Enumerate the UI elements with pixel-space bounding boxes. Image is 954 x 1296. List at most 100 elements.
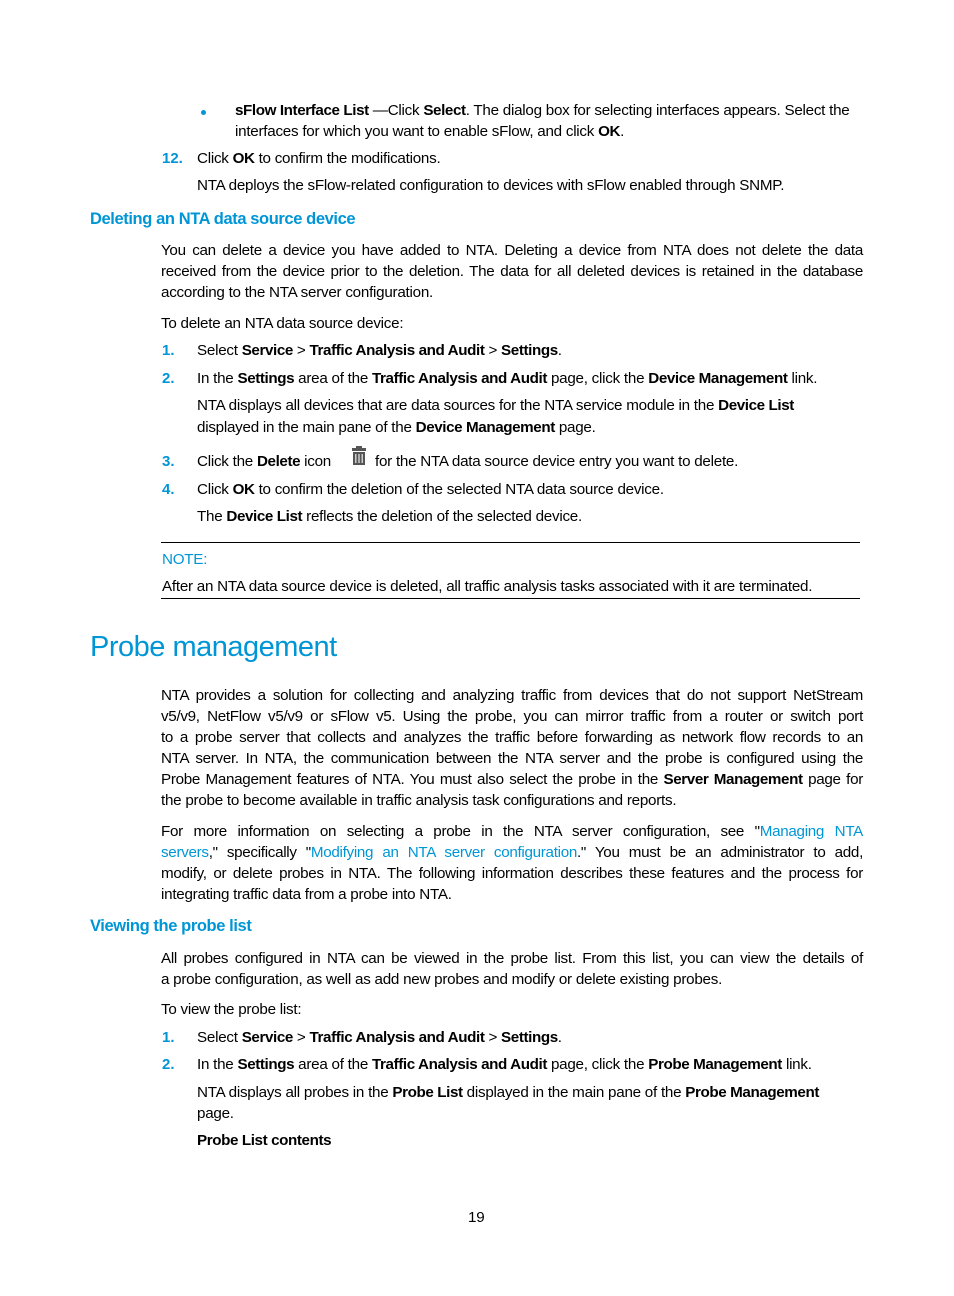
step-text-continued: for the NTA data source device entry you…: [375, 453, 739, 470]
ui-term: Traffic Analysis and Audit: [309, 342, 485, 359]
ui-term: Delete: [256, 453, 301, 470]
paragraph-line: All probes configured in NTA can be view…: [161, 950, 863, 967]
procedure-lead: To view the probe list:: [161, 1001, 302, 1018]
step-number: 4.: [162, 481, 175, 498]
text: >: [292, 342, 310, 359]
step-number: 12.: [162, 150, 183, 167]
ui-term: OK: [598, 123, 621, 140]
ui-term: Settings: [237, 1056, 295, 1073]
text: .: [620, 123, 625, 140]
procedure-lead: To delete an NTA data source device:: [161, 315, 404, 332]
text: In the: [197, 370, 238, 387]
step-note: NTA deploys the sFlow-related configurat…: [197, 177, 785, 194]
text: >: [292, 1029, 310, 1046]
page-title: Probe management: [90, 631, 337, 663]
paragraph-line: For more information on selecting a prob…: [161, 821, 863, 842]
bullet-line-1: sFlow Interface List —Click Select. The …: [235, 100, 850, 121]
paragraph-line: NTA server. In NTA, the communication be…: [161, 750, 863, 767]
ui-term: Settings: [237, 370, 295, 387]
link-managing-nta-servers[interactable]: servers: [161, 844, 209, 861]
ui-term: Traffic Analysis and Audit: [309, 1029, 485, 1046]
text: reflects the deletion of the selected de…: [302, 508, 582, 525]
text: page.: [554, 419, 596, 436]
step-number: 1.: [162, 1029, 175, 1046]
text: Click: [197, 481, 233, 498]
step-number: 1.: [162, 342, 175, 359]
ui-term: OK: [232, 150, 255, 167]
text: NTA displays all probes in the: [197, 1084, 393, 1101]
ui-term: Device List: [718, 397, 794, 414]
ui-term: Select: [423, 102, 466, 119]
note-text: After an NTA data source device is delet…: [162, 578, 813, 595]
text: area of the: [294, 370, 372, 387]
text: link.: [781, 1056, 812, 1073]
step-text: Click OK to confirm the modifications.: [197, 148, 441, 169]
ui-term: Traffic Analysis and Audit: [372, 1056, 547, 1073]
text: area of the: [294, 1056, 372, 1073]
text: ." You must be an administrator to add,: [577, 844, 863, 861]
step-text: Select Service > Traffic Analysis and Au…: [197, 340, 562, 361]
section-heading: Viewing the probe list: [90, 917, 252, 935]
text: .: [557, 342, 562, 359]
paragraph-line: the probe to become available in traffic…: [161, 792, 677, 809]
text: page, click the: [546, 1056, 649, 1073]
text: Probe Management features of NTA. You mu…: [161, 771, 664, 788]
page-number: 19: [468, 1209, 485, 1226]
paragraph-line: a probe configuration, as well as add ne…: [161, 971, 723, 988]
text: Select: [197, 342, 242, 359]
text: >: [484, 342, 502, 359]
text: link.: [787, 370, 818, 387]
ui-term: Device Management: [648, 370, 788, 387]
note-top-rule: [161, 542, 860, 543]
ui-term: Probe Management: [685, 1084, 819, 1101]
ui-term: Settings: [501, 342, 558, 359]
link-managing-nta-servers[interactable]: Managing NTA: [760, 823, 864, 840]
term: sFlow Interface List: [235, 102, 369, 119]
text: ," specifically ": [208, 844, 312, 861]
bullet-line-2: interfaces for which you want to enable …: [235, 121, 624, 142]
paragraph-line: modify, or delete probes in NTA. The fol…: [161, 865, 863, 882]
caption-text: Probe List contents: [197, 1132, 332, 1149]
text: . The dialog box for selecting interface…: [465, 102, 850, 119]
text: page, click the: [546, 370, 649, 387]
text: displayed in the main pane of the: [197, 419, 416, 436]
ui-term: Traffic Analysis and Audit: [372, 370, 547, 387]
text: interfaces for which you want to enable …: [235, 123, 599, 140]
text: Select: [197, 1029, 242, 1046]
ui-term: Probe Management: [648, 1056, 782, 1073]
step-text: Click OK to confirm the deletion of the …: [197, 479, 664, 500]
text: Click: [197, 150, 233, 167]
ui-term: Device List: [226, 508, 303, 525]
text: displayed in the main pane of the: [462, 1084, 686, 1101]
paragraph-line: servers," specifically "Modifying an NTA…: [161, 842, 863, 863]
paragraph-line: according to the NTA server configuratio…: [161, 284, 434, 301]
text: to confirm the modifications.: [254, 150, 441, 167]
ui-term: OK: [232, 481, 255, 498]
text: icon: [300, 453, 331, 470]
text: For more information on selecting a prob…: [161, 823, 760, 840]
text: Click the: [197, 453, 257, 470]
step-text: In the Settings area of the Traffic Anal…: [197, 1054, 812, 1075]
ui-term: Probe List: [392, 1084, 463, 1101]
step-text: Select Service > Traffic Analysis and Au…: [197, 1027, 562, 1048]
ui-term: Settings: [501, 1029, 558, 1046]
ui-term: Device Management: [415, 419, 556, 436]
step-detail: NTA displays all probes in the Probe Lis…: [197, 1082, 819, 1103]
text: —Click: [368, 102, 424, 119]
text: >: [484, 1029, 502, 1046]
section-heading: Deleting an NTA data source device: [90, 210, 356, 228]
paragraph-line: Probe Management features of NTA. You mu…: [161, 769, 863, 790]
text: In the: [197, 1056, 238, 1073]
text: The: [197, 508, 227, 525]
text: NTA displays all devices that are data s…: [197, 397, 719, 414]
link-modifying-nta-server-configuration[interactable]: Modifying an NTA server configuration: [311, 844, 577, 861]
bullet-icon: [201, 110, 206, 115]
paragraph-line: integrating traffic data from a probe in…: [161, 886, 452, 903]
paragraph-line: v5/v9, NetFlow v5/v9 or sFlow v5. Using …: [161, 708, 863, 725]
ui-term: Server Management: [663, 771, 804, 788]
paragraph-line: NTA provides a solution for collecting a…: [161, 687, 863, 704]
table-caption: Probe List contents: [197, 1130, 332, 1151]
step-text: In the Settings area of the Traffic Anal…: [197, 368, 817, 389]
text: .: [557, 1029, 562, 1046]
step-number: 3.: [162, 453, 175, 470]
